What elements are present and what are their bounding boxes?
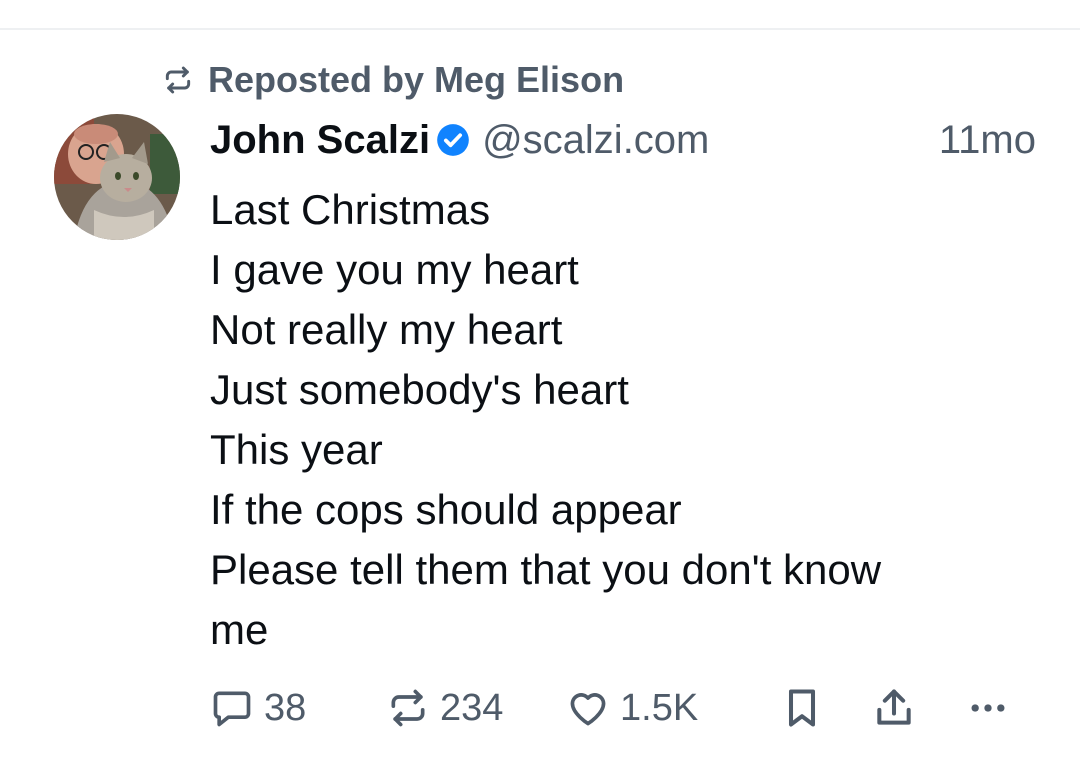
avatar-image [54,114,180,240]
post-line: If the cops should appear [210,486,682,533]
reply-count: 38 [264,686,307,729]
repost-icon [165,66,191,94]
post-line: This year [210,426,383,473]
post-line: Last Christmas [210,186,491,233]
post-timestamp[interactable]: 11mo [939,118,1036,163]
post-line: me [210,606,269,653]
share-icon [877,689,911,725]
like-button[interactable]: 1.5K [566,682,698,734]
repost-label: Reposted by Meg Elison [208,59,625,100]
repost-indicator[interactable]: Reposted by Meg Elison [162,56,624,104]
post-actions: 38 234 1.5K [210,682,1030,734]
like-count: 1.5K [620,686,699,729]
post-text: Last Christmas I gave you my heart Not r… [210,180,1030,660]
more-icon [971,704,1005,712]
post-line: I gave you my heart [210,246,579,293]
avatar[interactable] [54,114,180,240]
reply-button[interactable]: 38 [210,682,306,734]
share-button[interactable] [872,682,916,734]
bookmark-icon [788,689,816,727]
top-divider [0,28,1080,30]
repost-count: 234 [440,686,504,729]
post-line: Not really my heart [210,306,563,353]
heart-icon [570,693,606,726]
reply-icon [213,691,251,727]
author-handle[interactable]: @scalzi.com [482,118,709,163]
repost-icon [391,689,425,727]
post-line: Just somebody's heart [210,366,629,413]
author-name[interactable]: John Scalzi [210,118,430,163]
bookmark-button[interactable] [780,682,824,734]
more-options-button[interactable] [966,682,1010,734]
post-header: John Scalzi @scalzi.com 11mo [210,114,1036,166]
post-line: Please tell them that you don't know [210,546,882,593]
repost-button[interactable]: 234 [386,682,503,734]
verified-check-icon[interactable] [434,121,472,159]
